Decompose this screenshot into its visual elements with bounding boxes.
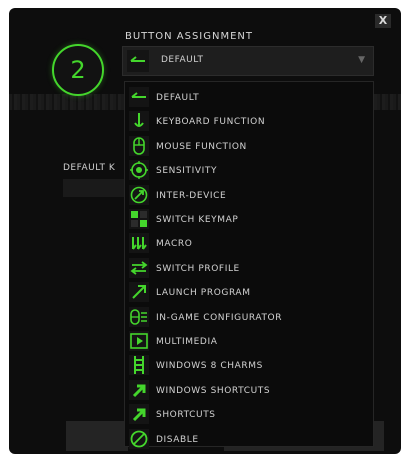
- launch-program-icon: [129, 282, 149, 303]
- menu-item-label: WINDOWS 8 CHARMS: [156, 361, 263, 372]
- menu-item-label: MOUSE FUNCTION: [156, 141, 247, 152]
- button-number-badge: 2: [52, 44, 104, 96]
- switch-profile-icon: [129, 257, 149, 278]
- menu-item-switch-keymap[interactable]: SWITCH KEYMAP: [125, 208, 373, 232]
- windows-shortcuts-icon: [129, 379, 149, 400]
- menu-item-shortcuts[interactable]: SHORTCUTS: [125, 403, 373, 427]
- button-assignment-panel: X 2 BUTTON ASSIGNMENT DEFAULT ▼ DEFAULT …: [9, 8, 401, 454]
- assignment-dropdown[interactable]: DEFAULT ▼: [122, 46, 374, 76]
- default-icon: [127, 50, 149, 72]
- menu-item-label: SWITCH KEYMAP: [156, 215, 239, 225]
- menu-item-keyboard-function[interactable]: KEYBOARD FUNCTION: [125, 110, 373, 134]
- macro-icon: [129, 233, 149, 254]
- menu-item-windows-shortcuts[interactable]: WINDOWS SHORTCUTS: [125, 379, 373, 403]
- chevron-down-icon: ▼: [358, 55, 365, 65]
- menu-item-label: LAUNCH PROGRAM: [156, 288, 251, 299]
- menu-item-label: IN-GAME CONFIGURATOR: [156, 312, 283, 323]
- menu-item-label: SENSITIVITY: [156, 166, 218, 177]
- menu-item-label: MACRO: [156, 239, 193, 250]
- menu-item-mouse-function[interactable]: MOUSE FUNCTION: [125, 135, 373, 159]
- default-keyboard-label: DEFAULT K: [63, 163, 116, 173]
- dropdown-selected-value: DEFAULT: [161, 55, 204, 65]
- assignment-menu: DEFAULT KEYBOARD FUNCTION MOUSE FUNCTION SE…: [124, 81, 374, 449]
- menu-item-launch-program[interactable]: LAUNCH PROGRAM: [125, 281, 373, 305]
- menu-item-inter-device[interactable]: INTER-DEVICE: [125, 184, 373, 208]
- menu-item-sensitivity[interactable]: SENSITIVITY: [125, 159, 373, 183]
- menu-item-label: DEFAULT: [156, 93, 200, 103]
- shortcuts-icon: [129, 404, 149, 425]
- keyboard-function-icon: [129, 111, 149, 132]
- menu-item-switch-profile[interactable]: SWITCH PROFILE: [125, 257, 373, 281]
- in-game-configurator-icon: [129, 306, 149, 327]
- menu-item-macro[interactable]: MACRO: [125, 232, 373, 256]
- menu-item-label: KEYBOARD FUNCTION: [156, 117, 266, 128]
- default-icon: [129, 87, 149, 107]
- menu-item-default[interactable]: DEFAULT: [125, 86, 373, 110]
- multimedia-icon: [129, 331, 149, 351]
- dialog-title: BUTTON ASSIGNMENT: [125, 31, 254, 42]
- default-key-field: [63, 179, 125, 197]
- switch-keymap-icon: [129, 209, 149, 229]
- windows-charms-icon: [129, 355, 149, 376]
- menu-item-label: SHORTCUTS: [156, 410, 216, 421]
- menu-item-in-game-configurator[interactable]: IN-GAME CONFIGURATOR: [125, 306, 373, 330]
- disable-icon: [129, 428, 149, 449]
- menu-item-label: MULTIMEDIA: [156, 337, 218, 347]
- menu-item-label: DISABLE: [156, 434, 199, 445]
- menu-item-windows-8-charms[interactable]: WINDOWS 8 CHARMS: [125, 354, 373, 378]
- mouse-icon: [129, 135, 149, 156]
- menu-item-multimedia[interactable]: MULTIMEDIA: [125, 330, 373, 354]
- inter-device-icon: [129, 184, 149, 205]
- menu-item-label: INTER-DEVICE: [156, 190, 227, 201]
- sensitivity-icon: [129, 160, 149, 181]
- bottom-left-button[interactable]: [66, 421, 128, 451]
- menu-item-disable[interactable]: DISABLE: [125, 428, 373, 452]
- menu-item-label: WINDOWS SHORTCUTS: [156, 385, 271, 396]
- close-button[interactable]: X: [375, 14, 391, 28]
- menu-item-label: SWITCH PROFILE: [156, 263, 240, 274]
